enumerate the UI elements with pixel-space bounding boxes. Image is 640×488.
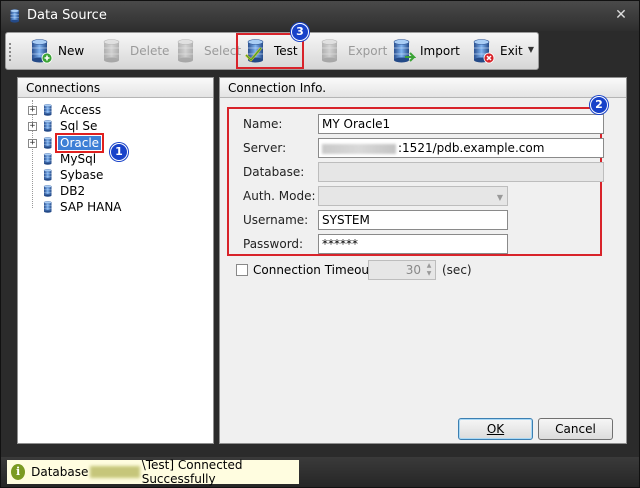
connection-timeout-value: 30 bbox=[405, 263, 421, 277]
select-database-icon bbox=[172, 37, 200, 65]
callout-badge-2: 2 bbox=[590, 96, 608, 114]
new-button[interactable]: New bbox=[22, 35, 88, 67]
database-icon bbox=[41, 152, 55, 166]
toolbar-grip[interactable] bbox=[9, 43, 12, 61]
tree-item-label: Sybase bbox=[60, 168, 104, 182]
auth-mode-label: Auth. Mode: bbox=[243, 189, 316, 203]
tree-item-label-selected: Oracle bbox=[54, 133, 105, 153]
database-app-icon bbox=[7, 8, 23, 24]
database-icon bbox=[41, 168, 55, 182]
connection-timeout-label: Connection Timeout: bbox=[253, 263, 378, 277]
database-icon bbox=[41, 136, 55, 150]
name-label: Name: bbox=[243, 117, 283, 131]
title-bar: Data Source ✕ bbox=[1, 1, 639, 31]
tree-item-label: SAP HANA bbox=[60, 200, 122, 214]
export-button[interactable]: Export bbox=[312, 35, 391, 67]
tree-item-db2[interactable]: DB2 bbox=[28, 183, 87, 199]
delete-database-icon bbox=[98, 37, 126, 65]
export-button-label: Export bbox=[348, 44, 388, 58]
expand-icon[interactable]: + bbox=[28, 105, 37, 115]
status-prefix: Database bbox=[31, 465, 89, 479]
ok-button-label: OK bbox=[486, 422, 505, 436]
timeout-unit-label: (sec) bbox=[442, 263, 472, 277]
exit-button-label: Exit bbox=[500, 44, 523, 58]
import-button-label: Import bbox=[420, 44, 460, 58]
connection-timeout-row: Connection Timeout: bbox=[236, 260, 378, 280]
tree-item-label: Sql Se bbox=[60, 119, 98, 133]
password-label: Password: bbox=[243, 237, 304, 251]
delete-button-label: Delete bbox=[130, 44, 170, 58]
tree-item-label: Access bbox=[60, 103, 102, 117]
chevron-down-icon: ▼ bbox=[496, 193, 503, 202]
expand-icon[interactable]: + bbox=[28, 138, 37, 148]
toolbar: New Delete Select Test Export Import Exi… bbox=[5, 23, 539, 70]
connection-info-panel: Connection Info. Name: MY Oracle1 Server… bbox=[219, 77, 627, 444]
status-bar: i Database \Test] Connected Successfully bbox=[1, 457, 639, 487]
redacted-status-text bbox=[90, 466, 140, 478]
tree-item-sap-hana[interactable]: SAP HANA bbox=[28, 199, 124, 215]
test-database-icon bbox=[245, 37, 270, 65]
redacted-host bbox=[322, 143, 396, 154]
server-label: Server: bbox=[243, 141, 287, 155]
tree-item-label: DB2 bbox=[60, 184, 86, 198]
new-button-label: New bbox=[58, 44, 85, 58]
toolbar-overflow-icon[interactable]: ▼ bbox=[528, 45, 534, 54]
export-database-icon bbox=[316, 37, 344, 65]
status-message: i Database \Test] Connected Successfully bbox=[7, 458, 299, 486]
window-title: Data Source bbox=[27, 8, 107, 23]
new-database-icon bbox=[26, 37, 53, 64]
connection-info-panel-title: Connection Info. bbox=[220, 78, 626, 98]
tree-item-access[interactable]: + Access bbox=[28, 102, 103, 118]
database-label: Database: bbox=[243, 165, 305, 179]
auth-mode-select[interactable]: ▼ bbox=[318, 186, 508, 206]
status-suffix: \Test] Connected Successfully bbox=[141, 458, 243, 486]
password-input[interactable]: ****** bbox=[318, 234, 508, 254]
connection-timeout-checkbox[interactable] bbox=[236, 264, 248, 276]
ok-button[interactable]: OK bbox=[458, 418, 533, 440]
callout-badge-3: 3 bbox=[291, 23, 309, 41]
server-input-value: :1521/pdb.example.com bbox=[398, 141, 545, 155]
import-button[interactable]: Import bbox=[384, 35, 464, 67]
info-icon: i bbox=[11, 464, 26, 480]
connections-tree: + Access + Sql Se + Oracle MySql Sybase … bbox=[18, 100, 213, 440]
tree-item-label: MySql bbox=[60, 152, 97, 166]
connections-panel: Connections + Access + Sql Se + Oracle M… bbox=[17, 77, 214, 444]
database-icon bbox=[41, 119, 55, 133]
cancel-button[interactable]: Cancel bbox=[538, 418, 613, 440]
database-icon bbox=[41, 103, 55, 117]
tree-item-oracle[interactable]: + Oracle bbox=[28, 133, 105, 153]
data-source-window: Data Source ✕ New Delete Select Test Exp… bbox=[0, 0, 640, 488]
connection-form-highlight: Name: MY Oracle1 Server: :1521/pdb.examp… bbox=[227, 107, 604, 256]
exit-button[interactable]: Exit bbox=[464, 35, 527, 67]
connection-timeout-input[interactable]: 30 ▲ ▼ bbox=[368, 260, 436, 280]
tree-item-sybase[interactable]: Sybase bbox=[28, 167, 105, 183]
test-button-label: Test bbox=[274, 44, 298, 58]
database-icon bbox=[41, 184, 55, 198]
username-input[interactable]: SYSTEM bbox=[318, 210, 508, 230]
spin-up-icon[interactable]: ▲ bbox=[424, 262, 434, 270]
tree-item-sql-server[interactable]: + Sql Se bbox=[28, 118, 99, 134]
callout-badge-1: 1 bbox=[110, 143, 128, 161]
close-icon[interactable]: ✕ bbox=[611, 6, 631, 24]
database-input[interactable] bbox=[318, 162, 604, 182]
database-icon bbox=[41, 200, 55, 214]
exit-database-icon bbox=[468, 37, 495, 64]
delete-button[interactable]: Delete bbox=[94, 35, 173, 67]
connections-panel-title: Connections bbox=[18, 78, 213, 98]
spin-down-icon[interactable]: ▼ bbox=[424, 270, 434, 278]
server-input[interactable]: :1521/pdb.example.com bbox=[318, 138, 604, 158]
import-database-icon bbox=[388, 37, 416, 65]
username-label: Username: bbox=[243, 213, 309, 227]
expand-icon[interactable]: + bbox=[28, 121, 37, 131]
select-button[interactable]: Select bbox=[168, 35, 245, 67]
tree-item-mysql[interactable]: MySql bbox=[28, 151, 98, 167]
name-input[interactable]: MY Oracle1 bbox=[318, 114, 604, 134]
